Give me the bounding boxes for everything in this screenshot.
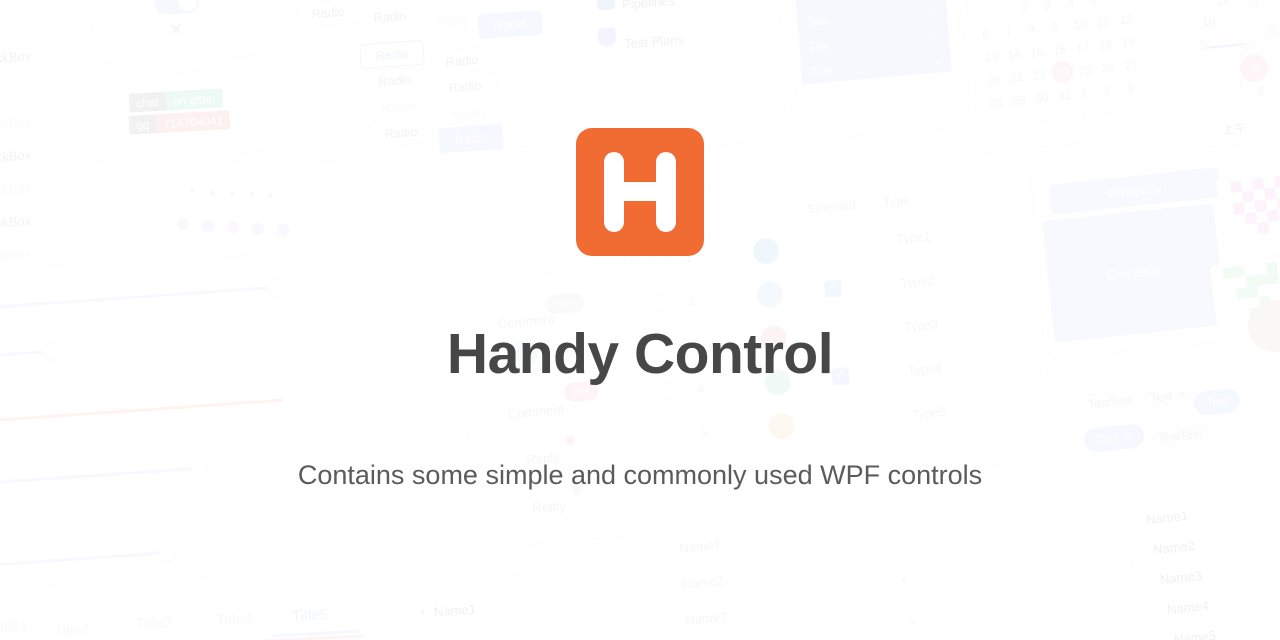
hero-content: Handy Control Contains some simple and c…: [0, 0, 1280, 640]
page-title: Handy Control: [446, 322, 834, 386]
handycontrol-logo: [576, 128, 704, 256]
banner-canvas: CheckBox CheckBox CheckBox CheckBox Chec…: [0, 0, 1280, 640]
page-subtitle: Contains some simple and commonly used W…: [297, 460, 983, 490]
logo-letter-h-icon: [604, 152, 676, 232]
